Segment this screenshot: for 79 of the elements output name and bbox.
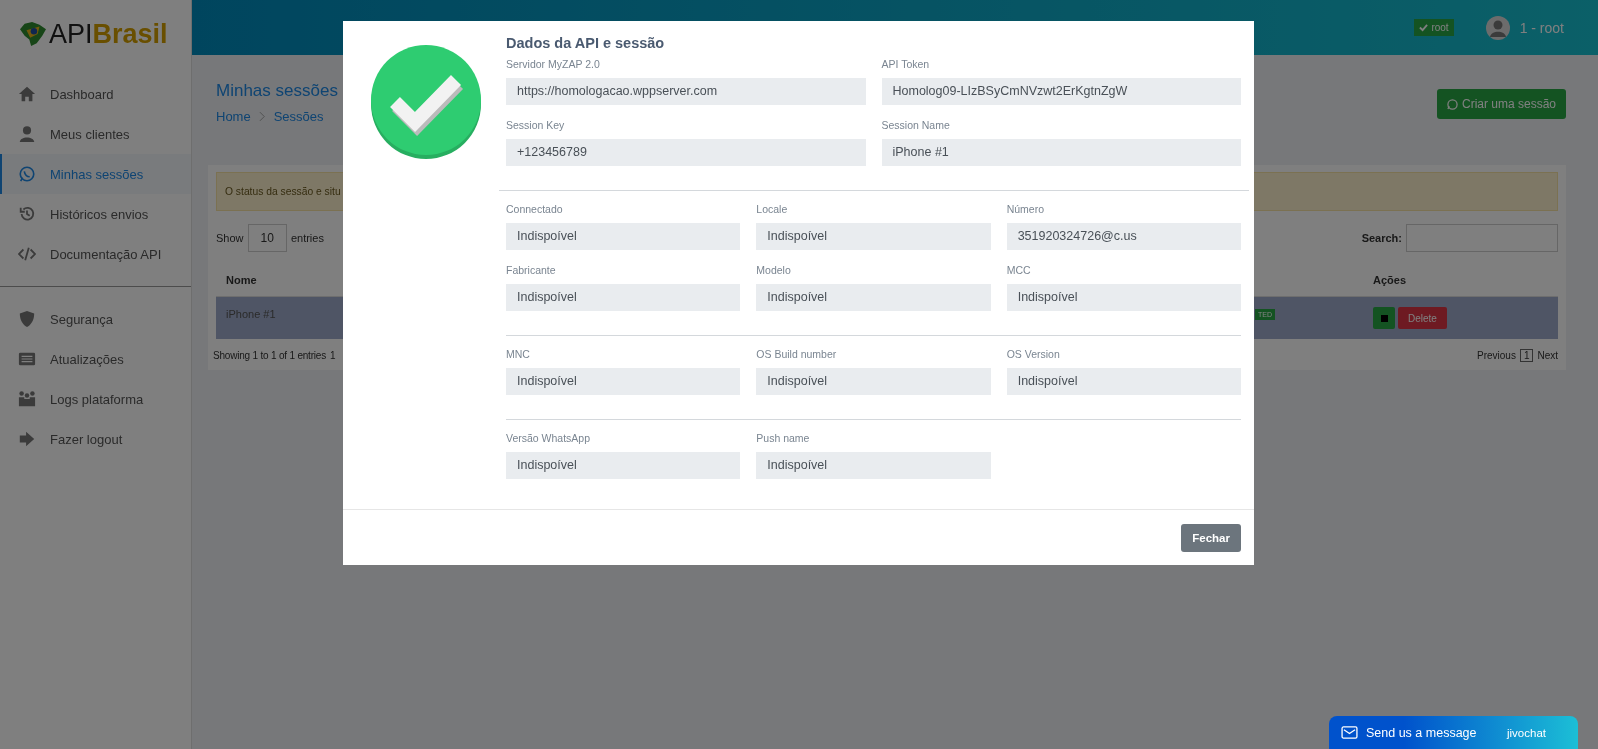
show-label: Show	[216, 232, 244, 244]
check-circle-icon	[369, 44, 482, 160]
user-icon	[18, 125, 36, 143]
modal-title: Dados da API e sessão	[506, 35, 666, 51]
mail-icon	[1341, 726, 1358, 739]
logout-icon	[18, 430, 36, 448]
field-label: Versão WhatsApp	[506, 432, 591, 444]
entries-label: entries	[290, 232, 324, 244]
table-cell: iPhone #1	[226, 308, 276, 320]
field-label: Session Name	[881, 119, 950, 131]
field-label: Modelo	[756, 264, 791, 276]
readonly-field[interactable]: iPhone #1	[881, 139, 1241, 166]
stop-button[interactable]	[1373, 307, 1395, 329]
readonly-field[interactable]: Indispoível	[756, 368, 991, 395]
chevron-icon	[258, 111, 266, 122]
column-header[interactable]: Ações	[1363, 264, 1558, 296]
brazil-map-icon	[19, 21, 47, 47]
people-icon	[18, 390, 36, 408]
field-label: Session Key	[506, 119, 565, 131]
column-header[interactable]: Nome	[216, 264, 267, 296]
code-icon	[18, 245, 36, 263]
sidebar-item[interactable]: Fazer logout	[0, 419, 191, 459]
readonly-field[interactable]: https://homologacao.wppserver.com	[506, 78, 866, 105]
table-info: Showing 1 to 1 of 1 entries	[213, 350, 326, 361]
field-label: Push name	[756, 432, 810, 444]
newspaper-icon	[18, 350, 36, 368]
avatar-icon[interactable]	[1485, 15, 1510, 40]
chat-icon	[1446, 98, 1458, 110]
chat-label: Send us a message	[1366, 725, 1477, 740]
sidebar-item[interactable]: Minhas sessões	[0, 154, 191, 194]
shield-icon	[18, 310, 36, 328]
close-button[interactable]: Fechar	[1181, 524, 1241, 552]
readonly-field[interactable]: Indispoível	[1006, 284, 1241, 311]
chat-widget[interactable]: Send us a message jivochat	[1329, 716, 1578, 749]
search-label: Search:	[1361, 232, 1402, 244]
logo-text: API	[49, 18, 93, 50]
chat-icon	[18, 165, 36, 183]
search-field[interactable]	[1406, 224, 1558, 252]
sidebar-item[interactable]: Segurança	[0, 299, 191, 339]
readonly-field[interactable]: Indispoível	[1006, 368, 1241, 395]
readonly-field[interactable]: Indispoível	[506, 368, 741, 395]
logo-text: Brasil	[92, 18, 168, 50]
readonly-field[interactable]: Indispoível	[506, 284, 741, 311]
sidebar-item[interactable]: Dashboard	[0, 74, 191, 114]
readonly-field[interactable]: Indispoível	[506, 452, 741, 479]
readonly-field[interactable]: Homolog09-LIzBSyCmNVzwt2ErKgtnZgW	[881, 78, 1241, 105]
field-label: Fabricante	[506, 264, 556, 276]
readonly-field[interactable]: +123456789	[506, 139, 866, 166]
field-label: MNC	[506, 348, 530, 360]
sidebar-item[interactable]: Meus clientes	[0, 114, 191, 154]
sidebar-item[interactable]: Documentação API	[0, 234, 191, 274]
previous-link[interactable]: Previous	[1476, 350, 1516, 361]
page-title: Minhas sessões	[216, 81, 338, 101]
readonly-field[interactable]: 351920324726@c.us	[1006, 223, 1241, 250]
create-session-button[interactable]: Criar uma sessão	[1436, 89, 1566, 119]
sidebar-item[interactable]: Logs plataforma	[0, 379, 191, 419]
delete-button[interactable]: Delete	[1398, 307, 1447, 329]
field-label: OS Build number	[756, 348, 837, 360]
field-label: Servidor MyZAP 2.0	[506, 58, 600, 70]
readonly-field[interactable]: Indispoível	[756, 452, 991, 479]
chat-brand: jivochat	[1507, 726, 1546, 739]
table-info: 1	[330, 350, 336, 361]
page-button[interactable]: 1	[1519, 349, 1534, 362]
home-icon	[18, 85, 36, 103]
readonly-field[interactable]: Indispoível	[756, 223, 991, 250]
readonly-field[interactable]: Indispoível	[756, 284, 991, 311]
breadcrumb-item: Sessões	[273, 109, 324, 124]
sidebar-item[interactable]: Históricos envios	[0, 194, 191, 234]
history-icon	[18, 205, 36, 223]
entries-select[interactable]: 10	[247, 224, 287, 252]
field-label: MCC	[1006, 264, 1031, 276]
field-label: OS Version	[1006, 348, 1060, 360]
sidebar-item[interactable]: Atualizações	[0, 339, 191, 379]
role-badge: root	[1414, 19, 1454, 36]
next-link[interactable]: Next	[1537, 350, 1558, 361]
readonly-field[interactable]: Indispoível	[506, 223, 741, 250]
breadcrumb-link[interactable]: Home	[216, 109, 251, 124]
field-label: API Token	[881, 58, 930, 70]
stop-icon	[1380, 314, 1388, 322]
